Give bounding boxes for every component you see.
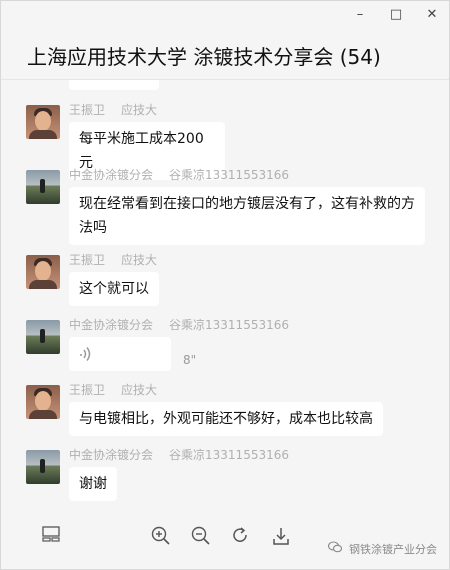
sender-line: 王振卫 应技大 bbox=[69, 101, 157, 118]
voice-wave-icon bbox=[79, 346, 93, 366]
sender-org: 谷乘凉13311553166 bbox=[169, 168, 289, 182]
message-bubble[interactable]: 现在经常看到在接口的地方镀层没有了，这有补救的方法吗 bbox=[69, 187, 425, 245]
sender-line: 中金协涂镀分会 谷乘凉13311553166 bbox=[69, 446, 289, 463]
sender-name: 中金协涂镀分会 bbox=[69, 168, 154, 182]
watermark-text: 钢铁涂镀产业分会 bbox=[349, 543, 437, 556]
avatar[interactable] bbox=[26, 385, 60, 419]
message-bubble[interactable]: 与电镀相比，外观可能还不够好，成本也比较高 bbox=[69, 402, 383, 436]
message-bubble[interactable]: 这个就可以 bbox=[69, 272, 159, 306]
voice-message[interactable] bbox=[69, 337, 171, 371]
avatar[interactable] bbox=[26, 255, 60, 289]
sender-name: 中金协涂镀分会 bbox=[69, 318, 154, 332]
sender-org: 应技大 bbox=[121, 383, 158, 397]
minimize-button[interactable]: – bbox=[353, 7, 367, 22]
sender-line: 王振卫 应技大 bbox=[69, 251, 157, 268]
sender-line: 王振卫 应技大 bbox=[69, 381, 157, 398]
avatar[interactable] bbox=[26, 170, 60, 204]
previous-message-bubble bbox=[69, 80, 159, 90]
sender-line: 中金协涂镀分会 谷乘凉13311553166 bbox=[69, 166, 289, 183]
watermark: 钢铁涂镀产业分会 bbox=[327, 541, 437, 557]
thumbnail-icon[interactable] bbox=[41, 526, 61, 546]
sender-name: 王振卫 bbox=[69, 383, 106, 397]
zoom-out-icon[interactable] bbox=[191, 526, 211, 546]
chat-title: 上海应用技术大学 涂镀技术分享会 (54) bbox=[27, 45, 381, 69]
avatar[interactable] bbox=[26, 320, 60, 354]
maximize-button[interactable]: □ bbox=[389, 7, 403, 22]
wechat-icon bbox=[327, 541, 346, 556]
sender-name: 王振卫 bbox=[69, 253, 106, 267]
avatar[interactable] bbox=[26, 450, 60, 484]
zoom-in-icon[interactable] bbox=[151, 526, 171, 546]
rotate-icon[interactable] bbox=[231, 526, 251, 546]
download-icon[interactable] bbox=[271, 526, 291, 546]
close-button[interactable]: ✕ bbox=[425, 7, 439, 22]
sender-org: 应技大 bbox=[121, 253, 158, 267]
sender-name: 王振卫 bbox=[69, 103, 106, 117]
chat-window: – □ ✕ 上海应用技术大学 涂镀技术分享会 (54) 王振卫 应技大 每平米施工… bbox=[0, 0, 450, 570]
sender-line: 中金协涂镀分会 谷乘凉13311553166 bbox=[69, 316, 289, 333]
sender-org: 谷乘凉13311553166 bbox=[169, 318, 289, 332]
sender-org: 谷乘凉13311553166 bbox=[169, 448, 289, 462]
avatar[interactable] bbox=[26, 105, 60, 139]
window-controls: – □ ✕ bbox=[353, 7, 439, 22]
voice-duration: 8" bbox=[183, 353, 197, 367]
sender-name: 中金协涂镀分会 bbox=[69, 448, 154, 462]
message-bubble[interactable]: 谢谢 bbox=[69, 467, 117, 501]
sender-org: 应技大 bbox=[121, 103, 158, 117]
